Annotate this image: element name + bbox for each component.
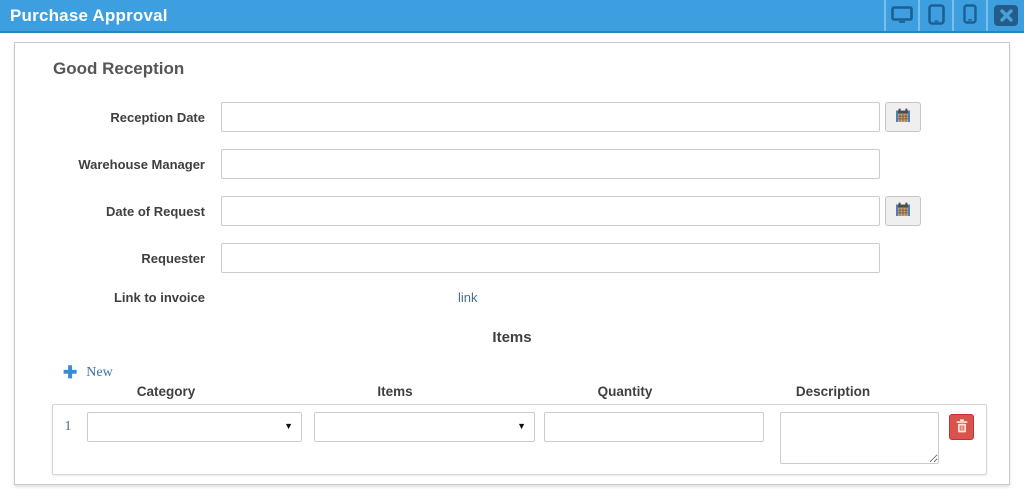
items-section-title: Items xyxy=(15,329,1009,346)
items-select[interactable] xyxy=(314,412,535,442)
row-index: 1 xyxy=(53,419,83,435)
items-select-wrapper: ▼ xyxy=(314,412,535,442)
window-title: Purchase Approval xyxy=(0,6,884,26)
category-select-wrapper: ▼ xyxy=(87,412,302,442)
add-row-label: New xyxy=(86,365,112,381)
items-grid-header-row: Category Items Quantity Description xyxy=(52,384,987,400)
tablet-preview-icon xyxy=(928,4,945,28)
warehouse-manager-label: Warehouse Manager xyxy=(15,157,205,172)
requester-label: Requester xyxy=(15,251,205,266)
column-header-items: Items xyxy=(377,384,412,399)
link-to-invoice-label: Link to invoice xyxy=(15,290,205,305)
device-preview-toolbar xyxy=(884,0,1024,31)
calendar-icon xyxy=(895,202,911,220)
smartphone-preview-icon xyxy=(963,4,977,27)
field-row-requester: Requester xyxy=(15,243,1009,273)
close-button[interactable] xyxy=(988,0,1024,31)
items-grid-row: 1 ▼ ▼ xyxy=(52,404,987,475)
desktop-preview-icon xyxy=(891,6,913,26)
reception-date-label: Reception Date xyxy=(15,110,205,125)
plus-icon: ✚ xyxy=(63,364,77,381)
section-title: Good Reception xyxy=(53,59,1009,79)
titlebar: Purchase Approval xyxy=(0,0,1024,33)
description-textarea[interactable] xyxy=(780,412,939,464)
form-panel: Good Reception Reception Date Warehouse … xyxy=(14,42,1010,485)
calendar-icon xyxy=(895,108,911,126)
column-header-quantity: Quantity xyxy=(598,384,653,399)
delete-row-button[interactable] xyxy=(949,414,974,440)
date-of-request-label: Date of Request xyxy=(15,204,205,219)
trash-icon xyxy=(956,419,968,436)
reception-date-calendar-button[interactable] xyxy=(885,102,921,132)
items-grid: Category Items Quantity Description 1 ▼ … xyxy=(52,384,987,475)
warehouse-manager-input[interactable] xyxy=(221,149,880,179)
field-row-reception-date: Reception Date xyxy=(15,102,1009,132)
field-row-date-of-request: Date of Request xyxy=(15,196,1009,226)
date-of-request-input[interactable] xyxy=(221,196,880,226)
date-of-request-calendar-button[interactable] xyxy=(885,196,921,226)
invoice-link[interactable]: link xyxy=(458,290,478,305)
quantity-input[interactable] xyxy=(544,412,764,442)
field-row-link-to-invoice: Link to invoice link xyxy=(15,290,1009,305)
category-select[interactable] xyxy=(87,412,302,442)
column-header-category: Category xyxy=(137,384,196,399)
requester-input[interactable] xyxy=(221,243,880,273)
smartphone-preview-button[interactable] xyxy=(954,0,986,31)
field-row-warehouse-manager: Warehouse Manager xyxy=(15,149,1009,179)
desktop-preview-button[interactable] xyxy=(886,0,918,31)
close-icon xyxy=(994,5,1018,26)
tablet-preview-button[interactable] xyxy=(920,0,952,31)
add-row-button[interactable]: ✚ New xyxy=(63,364,113,381)
column-header-description: Description xyxy=(796,384,870,399)
reception-date-input[interactable] xyxy=(221,102,880,132)
